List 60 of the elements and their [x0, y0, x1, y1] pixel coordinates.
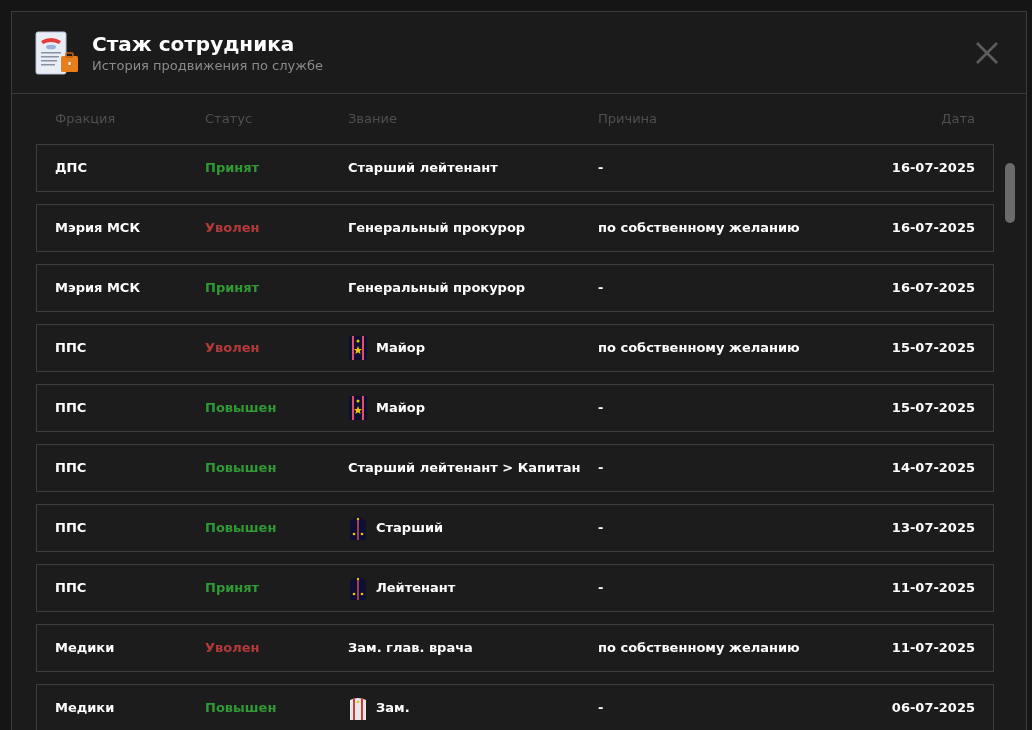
window-title: Стаж сотрудника [92, 30, 296, 57]
reason-cell-text: по собственному желанию [598, 219, 800, 238]
status-cell-text: Уволен [205, 219, 260, 238]
faction-cell-text: ППС [55, 339, 87, 358]
faction-cell-text: Медики [55, 699, 115, 718]
shoulder-strap-icon [348, 335, 368, 361]
rank-cell-text: Майор [376, 339, 426, 358]
shoulder-strap-icon [348, 696, 368, 720]
date-cell-text: 16-07-2025 [891, 279, 975, 298]
reason-cell-text: - [598, 579, 604, 598]
reason-cell-text: - [598, 699, 604, 718]
close-button[interactable] [974, 39, 1000, 66]
document-briefcase-icon [34, 29, 80, 76]
rank-cell-text: Лейтенант [376, 579, 456, 598]
date-cell-text: 11-07-2025 [891, 579, 975, 598]
rank-cell-text: Генеральный прокурор [348, 279, 526, 298]
reason-cell-text: - [598, 459, 604, 478]
rank-cell-text: Майор [376, 399, 426, 418]
reason-cell-text: - [598, 279, 604, 298]
rank-cell-text: Старший [376, 519, 444, 538]
date-cell-text: 15-07-2025 [891, 399, 975, 418]
shoulder-strap-icon [348, 395, 368, 421]
rank-cell-text: Старший лейтенант [348, 159, 498, 178]
rank-cell-text: Генеральный прокурор [348, 219, 526, 238]
rank-cell-text: Зам. [376, 699, 410, 718]
status-cell-text: Повышен [205, 459, 277, 478]
date-cell-text: 11-07-2025 [891, 639, 975, 658]
shoulder-strap-icon [348, 575, 368, 601]
shoulder-strap-icon [348, 515, 368, 541]
reason-cell-text: по собственному желанию [598, 339, 800, 358]
status-cell-text: Принят [205, 159, 260, 178]
faction-cell-text: Медики [55, 639, 115, 658]
faction-cell-text: ППС [55, 579, 87, 598]
date-cell-text: 14-07-2025 [891, 459, 975, 478]
date-cell-text: 16-07-2025 [891, 219, 975, 238]
date-cell-text: 06-07-2025 [891, 699, 975, 718]
reason-cell-text: по собственному желанию [598, 639, 800, 658]
rank-cell-text: Старший лейтенант > Капитан [348, 459, 581, 478]
faction-cell-text: ППС [55, 459, 87, 478]
date-cell-text: 13-07-2025 [891, 519, 975, 538]
faction-cell-text: ППС [55, 519, 87, 538]
status-cell-text: Уволен [205, 339, 260, 358]
scrollbar-thumb[interactable] [1005, 163, 1015, 223]
date-cell-text: 15-07-2025 [891, 339, 975, 358]
status-cell-text: Повышен [205, 399, 277, 418]
window-subtitle: История продвижения по службе [92, 56, 323, 75]
reason-cell-text: - [598, 519, 604, 538]
status-cell-text: Повышен [205, 699, 277, 718]
status-cell-text: Повышен [205, 519, 277, 538]
faction-cell-text: ДПС [55, 159, 87, 178]
rank-cell-text: Зам. глав. врача [348, 639, 473, 658]
status-cell-text: Уволен [205, 639, 260, 658]
faction-cell-text: ППС [55, 399, 87, 418]
reason-cell-text: - [598, 159, 604, 178]
faction-cell-text: Мэрия МСК [55, 219, 141, 238]
date-cell-text: 16-07-2025 [891, 159, 975, 178]
faction-cell-text: Мэрия МСК [55, 279, 141, 298]
status-cell-text: Принят [205, 279, 260, 298]
reason-cell-text: - [598, 399, 604, 418]
status-cell-text: Принят [205, 579, 260, 598]
